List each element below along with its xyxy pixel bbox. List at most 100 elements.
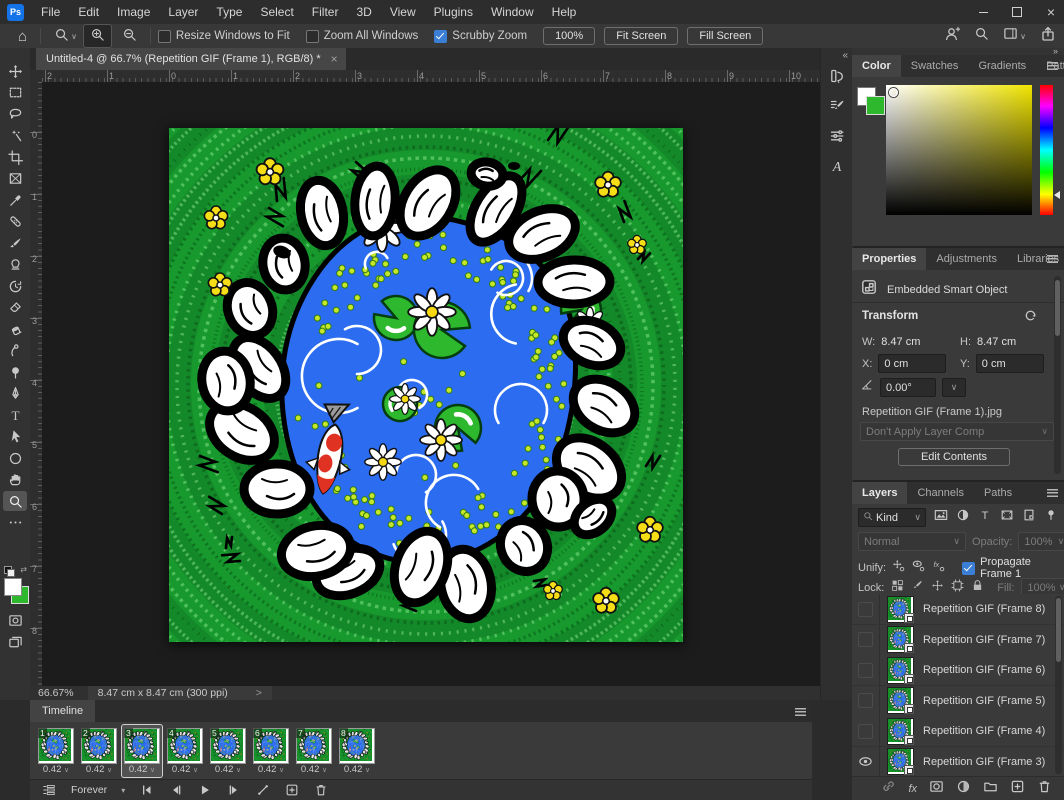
filter-shape-icon[interactable] (1000, 508, 1014, 527)
layer-name[interactable]: Repetition GIF (Frame 7) (923, 634, 1045, 646)
type-tool[interactable]: T (3, 405, 27, 425)
account-icon[interactable] (944, 26, 960, 47)
photoshop-logo[interactable]: Ps (7, 4, 24, 21)
blend-mode-dropdown[interactable]: Normal∨ (858, 532, 966, 551)
workspace-icon[interactable]: ∨ (1003, 26, 1026, 46)
resize-windows-checkbox[interactable]: Resize Windows to Fit (158, 30, 290, 43)
properties-panel-menu-icon[interactable] (1047, 255, 1058, 263)
convert-frames-icon[interactable] (38, 781, 60, 799)
layer-thumbnail[interactable] (887, 718, 914, 745)
timeline-frame-4[interactable]: 40.42 ∨ (165, 725, 205, 777)
foreground-color-swatch[interactable] (4, 578, 22, 596)
eyedropper-tool[interactable] (3, 190, 27, 210)
crop-tool[interactable] (3, 147, 27, 167)
layer-name[interactable]: Repetition GIF (Frame 8) (923, 603, 1045, 615)
unify-position-icon[interactable] (892, 559, 906, 578)
frame-duration-dropdown[interactable]: 0.42 ∨ (294, 764, 334, 775)
spot-healing-tool[interactable] (3, 212, 27, 232)
share-icon[interactable] (1040, 26, 1056, 47)
menu-3d[interactable]: 3D (347, 0, 380, 24)
opacity-input[interactable]: 100%∨ (1018, 532, 1064, 551)
quick-mask-icon[interactable] (3, 610, 27, 630)
path-selection-tool[interactable] (3, 427, 27, 447)
reset-transform-icon[interactable] (1023, 308, 1038, 328)
new-group-icon[interactable] (983, 779, 998, 799)
hue-slider-pointer[interactable] (1054, 191, 1060, 199)
tab-layers[interactable]: Layers (852, 482, 907, 504)
layer-name[interactable]: Repetition GIF (Frame 6) (923, 664, 1045, 676)
timeline-frame-7[interactable]: 70.42 ∨ (294, 725, 334, 777)
filter-image-icon[interactable] (934, 508, 948, 527)
minimize-button[interactable] (976, 5, 990, 19)
zoom-all-windows-checkbox[interactable]: Zoom All Windows (306, 30, 419, 43)
kind-filter-dropdown[interactable]: Kind ∨ (858, 508, 926, 527)
menu-help[interactable]: Help (543, 0, 586, 24)
scrubby-zoom-checkbox[interactable]: Scrubby Zoom (434, 30, 527, 43)
layer-thumbnail[interactable] (887, 687, 914, 714)
paint-bucket-tool[interactable] (3, 319, 27, 339)
menu-layer[interactable]: Layer (159, 0, 207, 24)
zoom-100-button[interactable]: 100% (543, 27, 595, 45)
tab-channels[interactable]: Channels (907, 482, 973, 504)
layer-thumbnail[interactable] (887, 596, 914, 623)
layer-row[interactable]: Repetition GIF (Frame 7) (852, 625, 1064, 656)
layer-thumbnail[interactable] (887, 657, 914, 684)
smudge-tool[interactable] (3, 341, 27, 361)
properties-scrollbar[interactable] (1054, 276, 1061, 474)
zoom-in-button[interactable] (83, 24, 112, 48)
add-mask-icon[interactable] (929, 779, 944, 799)
play-button[interactable] (194, 781, 216, 799)
document-tab[interactable]: Untitled-4 @ 66.7% (Repetition GIF (Fram… (36, 48, 346, 70)
tab-timeline[interactable]: Timeline (30, 700, 95, 722)
hand-tool[interactable] (3, 470, 27, 490)
angle-dropdown-icon[interactable]: ∨ (942, 378, 966, 397)
visibility-toggle-well[interactable] (852, 655, 880, 685)
tab-color[interactable]: Color (852, 55, 901, 77)
rectangular-marquee-tool[interactable] (3, 83, 27, 103)
loop-count-dropdown[interactable]: Forever▾ (67, 784, 129, 796)
timeline-frame-6[interactable]: 60.42 ∨ (251, 725, 291, 777)
dodge-tool[interactable] (3, 362, 27, 382)
layer-row[interactable]: Repetition GIF (Frame 8) (852, 594, 1064, 625)
brushes-panel-icon[interactable] (825, 124, 849, 148)
zoom-tool[interactable] (3, 491, 27, 511)
layer-name[interactable]: Repetition GIF (Frame 3) (923, 756, 1045, 768)
magic-wand-tool[interactable] (3, 126, 27, 146)
unify-visibility-icon[interactable] (912, 559, 926, 578)
layers-panel-menu-icon[interactable] (1047, 489, 1058, 497)
layer-row[interactable]: Repetition GIF (Frame 5) (852, 686, 1064, 717)
menu-image[interactable]: Image (108, 0, 159, 24)
link-layers-icon[interactable] (881, 779, 896, 799)
screen-mode-icon[interactable] (3, 632, 27, 652)
x-input[interactable]: 0 cm (878, 354, 946, 373)
layer-name[interactable]: Repetition GIF (Frame 5) (923, 695, 1045, 707)
filter-toggle-icon[interactable] (1044, 508, 1058, 527)
first-frame-button[interactable] (136, 781, 158, 799)
tab-swatches[interactable]: Swatches (901, 55, 969, 77)
menu-file[interactable]: File (32, 0, 69, 24)
timeline-frame-2[interactable]: 20.42 ∨ (79, 725, 119, 777)
maximize-button[interactable] (1010, 5, 1024, 19)
visibility-toggle-well[interactable] (852, 686, 880, 716)
tween-button[interactable] (252, 781, 274, 799)
ellipse-shape-tool[interactable] (3, 448, 27, 468)
menu-select[interactable]: Select (251, 0, 302, 24)
new-layer-icon[interactable] (1010, 779, 1025, 799)
filter-smart-object-icon[interactable] (1022, 508, 1036, 527)
frame-duration-dropdown[interactable]: 0.42 ∨ (251, 764, 291, 775)
canvas-artwork[interactable] (169, 128, 683, 642)
layer-style-icon[interactable]: fx (908, 783, 917, 795)
timeline-frame-3[interactable]: 30.42 ∨ (122, 725, 162, 777)
zoom-level-field[interactable]: 66.67% (38, 687, 74, 699)
hue-slider[interactable] (1040, 85, 1053, 215)
angle-input[interactable]: 0.00° (880, 378, 936, 397)
zoom-tool-icon[interactable]: ∨ (48, 25, 83, 47)
pasteboard[interactable] (42, 82, 820, 686)
height-value[interactable]: 8.47 cm (977, 336, 1016, 348)
character-panel-icon[interactable]: A (825, 154, 849, 178)
background-swatch[interactable] (866, 96, 885, 115)
adjustment-layer-icon[interactable] (956, 779, 971, 799)
clone-stamp-tool[interactable] (3, 255, 27, 275)
swap-colors-icon[interactable]: ⇄ (20, 565, 27, 574)
menu-plugins[interactable]: Plugins (425, 0, 482, 24)
